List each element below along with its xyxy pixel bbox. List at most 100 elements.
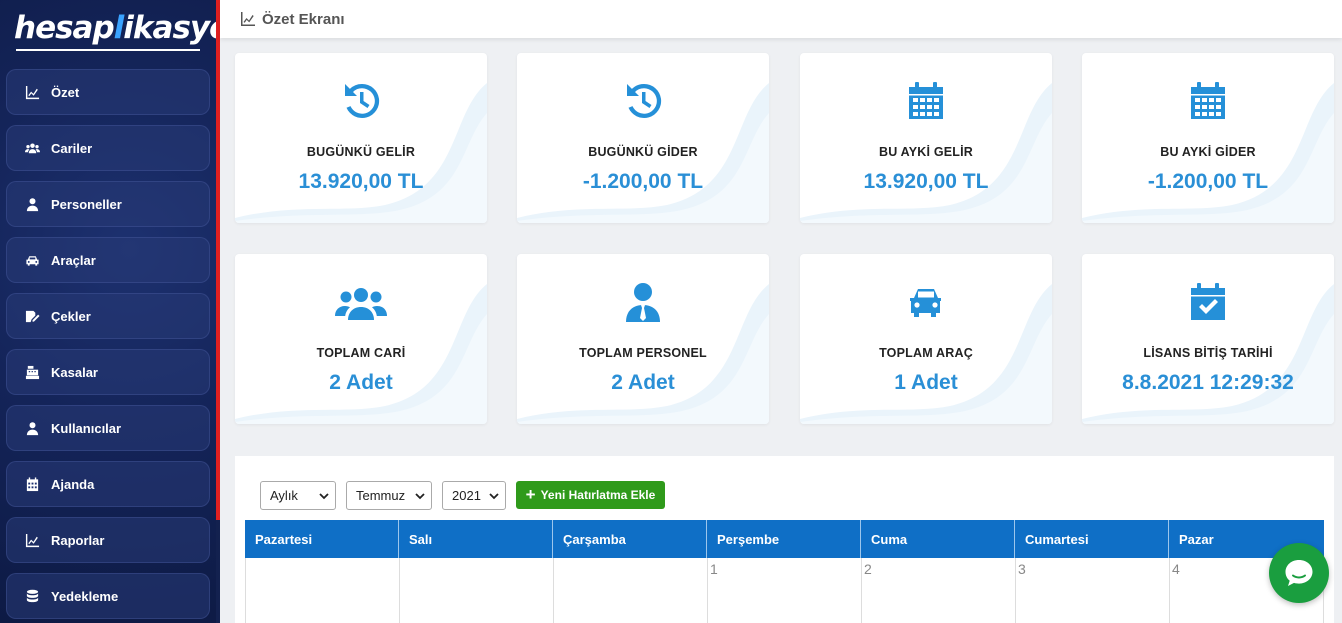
card-wave-decoration xyxy=(800,83,1052,223)
cash-register-icon xyxy=(25,365,40,379)
card-bu-ayki-gider: BU AYKİ GİDER -1.200,00 TL xyxy=(1082,53,1334,223)
card-wave-decoration xyxy=(235,284,487,424)
card-value: -1.200,00 TL xyxy=(582,170,704,193)
sidebar-item-label: Özet xyxy=(51,84,80,100)
card-wave-decoration xyxy=(235,83,487,223)
sidebar: hesaplikasyon Özet Cariler Personeller A… xyxy=(0,0,251,623)
chevron-down-icon xyxy=(489,493,499,500)
calendar-icon xyxy=(26,476,39,491)
sidebar-item-ozet[interactable]: Özet xyxy=(6,69,210,115)
card-toplam-personel: TOPLAM PERSONEL 2 Adet xyxy=(517,254,769,424)
card-toplam-cari: TOPLAM CARİ 2 Adet xyxy=(235,254,487,424)
database-icon xyxy=(26,589,39,602)
sidebar-item-label: Personeller xyxy=(51,196,122,212)
card-toplam-arac: TOPLAM ARAÇ 1 Adet xyxy=(800,254,1052,424)
view-select-value: Aylık xyxy=(270,488,298,503)
calendar-header: Pazartesi Salı Çarşamba Perşembe Cuma Cu… xyxy=(245,520,1324,558)
sidebar-edge xyxy=(216,520,220,623)
sidebar-item-label: Raporlar xyxy=(51,532,105,548)
sidebar-item-ajanda[interactable]: Ajanda xyxy=(6,461,210,507)
sidebar-item-raporlar[interactable]: Raporlar xyxy=(6,517,210,563)
history-icon xyxy=(623,81,663,121)
month-select-value: Temmuz xyxy=(356,488,406,503)
check-edit-icon xyxy=(25,310,40,322)
card-wave-decoration xyxy=(1082,83,1334,223)
car-icon xyxy=(906,282,946,322)
page-header: Özet Ekranı xyxy=(220,0,1342,38)
page-title: Özet Ekranı xyxy=(262,10,345,28)
chart-line-icon xyxy=(241,12,255,26)
sidebar-item-personeller[interactable]: Personeller xyxy=(6,181,210,227)
card-value: -1.200,00 TL xyxy=(1147,170,1269,193)
card-wave-decoration xyxy=(1082,284,1334,424)
card-wave-decoration xyxy=(517,284,769,424)
users-icon xyxy=(25,142,40,153)
calendar-day-cell[interactable] xyxy=(400,558,554,623)
add-reminder-label: Yeni Hatırlatma Ekle xyxy=(540,488,656,502)
calendar-day-cell[interactable] xyxy=(554,558,708,623)
card-label: BU AYKİ GELİR xyxy=(878,145,974,159)
calendar-icon xyxy=(906,81,946,121)
card-wave-decoration xyxy=(800,284,1052,424)
chevron-down-icon xyxy=(415,493,425,500)
day-header: Cuma xyxy=(861,520,1015,558)
card-label: LİSANS BİTİŞ TARİHİ xyxy=(1143,346,1273,360)
calendar-day-cell[interactable] xyxy=(246,558,400,623)
sidebar-item-araclar[interactable]: Araçlar xyxy=(6,237,210,283)
app-logo[interactable]: hesaplikasyon xyxy=(14,10,251,46)
plus-icon: + xyxy=(525,485,536,504)
card-lisans-bitis-tarihi: LİSANS BİTİŞ TARİHİ 8.8.2021 12:29:32 xyxy=(1082,254,1334,424)
day-header: Cumartesi xyxy=(1015,520,1169,558)
day-header: Salı xyxy=(399,520,553,558)
sidebar-item-kasalar[interactable]: Kasalar xyxy=(6,349,210,395)
sidebar-item-label: Çekler xyxy=(51,308,91,324)
sidebar-item-label: Araçlar xyxy=(51,252,96,268)
add-reminder-button[interactable]: + Yeni Hatırlatma Ekle xyxy=(516,481,665,509)
chat-bubble-icon xyxy=(1285,560,1313,586)
card-label: TOPLAM ARAÇ xyxy=(879,346,973,360)
card-value: 8.8.2021 12:29:32 xyxy=(1122,371,1294,394)
sidebar-item-label: Ajanda xyxy=(51,476,95,492)
sidebar-item-label: Yedekleme xyxy=(51,588,119,604)
calendar-week-row: 1 2 3 4 xyxy=(245,558,1324,623)
user-icon xyxy=(26,421,39,435)
user-icon xyxy=(26,197,39,211)
chevron-down-icon xyxy=(319,493,329,500)
calendar-icon xyxy=(1188,81,1228,121)
calendar-day-cell[interactable]: 3 xyxy=(1016,558,1170,623)
card-value: 13.920,00 TL xyxy=(863,170,989,193)
logo-underline xyxy=(16,49,200,51)
day-header: Pazartesi xyxy=(245,520,399,558)
sidebar-item-cekler[interactable]: Çekler xyxy=(6,293,210,339)
card-bugunku-gider: BUGÜNKÜ GİDER -1.200,00 TL xyxy=(517,53,769,223)
users-icon xyxy=(335,282,387,322)
sidebar-item-kullanicilar[interactable]: Kullanıcılar xyxy=(6,405,210,451)
car-icon xyxy=(26,255,39,266)
month-select[interactable]: Temmuz xyxy=(346,481,432,510)
view-select[interactable]: Aylık xyxy=(260,481,336,510)
day-header: Çarşamba xyxy=(553,520,707,558)
card-label: TOPLAM PERSONEL xyxy=(579,346,707,360)
calendar-day-cell[interactable]: 1 xyxy=(708,558,862,623)
day-header: Perşembe xyxy=(707,520,861,558)
card-value: 2 Adet xyxy=(611,371,675,394)
sidebar-item-label: Kasalar xyxy=(51,364,98,380)
sidebar-item-cariler[interactable]: Cariler xyxy=(6,125,210,171)
chart-line-icon xyxy=(25,533,40,547)
user-tie-icon xyxy=(623,282,663,322)
card-value: 13.920,00 TL xyxy=(298,170,424,193)
sidebar-item-label: Kullanıcılar xyxy=(51,420,122,436)
chat-widget-button[interactable] xyxy=(1269,543,1329,603)
card-wave-decoration xyxy=(517,83,769,223)
card-value: 2 Adet xyxy=(329,371,393,394)
history-icon xyxy=(341,81,381,121)
year-select[interactable]: 2021 xyxy=(442,481,506,510)
sidebar-item-yedekleme[interactable]: Yedekleme xyxy=(6,573,210,619)
card-label: BU AYKİ GİDER xyxy=(1160,145,1256,159)
card-bugunku-gelir: BUGÜNKÜ GELİR 13.920,00 TL xyxy=(235,53,487,223)
year-select-value: 2021 xyxy=(452,488,481,503)
card-value: 1 Adet xyxy=(894,371,958,394)
sidebar-item-label: Cariler xyxy=(51,140,93,156)
calendar-day-cell[interactable]: 2 xyxy=(862,558,1016,623)
sidebar-accent-bar xyxy=(216,0,220,520)
